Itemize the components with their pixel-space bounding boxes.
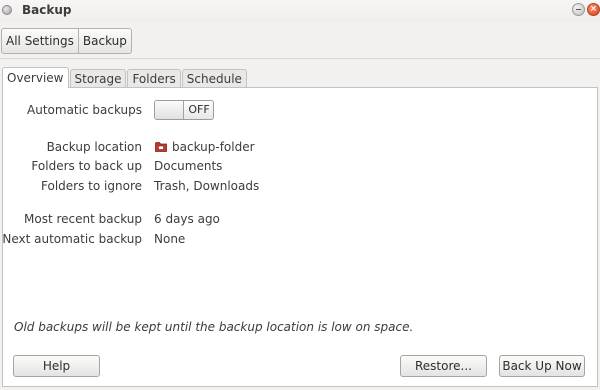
folder-icon	[155, 142, 167, 152]
folders-to-back-up-value: Documents	[154, 159, 223, 173]
backup-location-label: Backup location	[46, 140, 142, 154]
breadcrumb-backup[interactable]: Backup	[77, 29, 131, 53]
close-icon[interactable]: ×	[587, 3, 600, 16]
automatic-backups-switch[interactable]: OFF	[154, 100, 214, 120]
toolbar: All Settings Backup	[0, 22, 600, 59]
folders-to-back-up-label: Folders to back up	[31, 159, 142, 173]
switch-knob[interactable]	[155, 101, 184, 119]
tab-storage[interactable]: Storage	[69, 69, 127, 88]
minimize-icon[interactable]	[572, 3, 585, 16]
tab-bar: Overview Storage Folders Schedule	[2, 67, 248, 88]
folders-to-ignore-label: Folders to ignore	[41, 179, 142, 193]
restore-button[interactable]: Restore...	[400, 355, 487, 377]
breadcrumb-all-settings[interactable]: All Settings	[2, 29, 78, 53]
switch-state: OFF	[188, 103, 210, 116]
folders-to-ignore-value: Trash, Downloads	[154, 179, 260, 193]
backup-location-value[interactable]: backup-folder	[172, 140, 255, 154]
tab-schedule[interactable]: Schedule	[181, 69, 247, 88]
next-automatic-backup-label: Next automatic backup	[2, 232, 142, 246]
window-menu-dot-icon[interactable]	[2, 5, 12, 15]
breadcrumb: All Settings Backup	[1, 28, 132, 54]
next-automatic-backup-value: None	[154, 232, 186, 246]
overview-panel: Automatic backups OFF Backup location ba…	[2, 87, 598, 387]
tab-folders[interactable]: Folders	[127, 69, 181, 88]
tab-overview[interactable]: Overview	[2, 67, 69, 88]
most-recent-backup-value: 6 days ago	[154, 212, 220, 226]
title-bar[interactable]: Backup ×	[0, 0, 600, 22]
backup-window: Backup × All Settings Backup Overview St…	[0, 0, 600, 390]
automatic-backups-label: Automatic backups	[27, 103, 142, 117]
help-button[interactable]: Help	[13, 355, 100, 377]
window-title: Backup	[22, 3, 72, 17]
back-up-now-button[interactable]: Back Up Now	[499, 355, 585, 377]
most-recent-backup-label: Most recent backup	[24, 212, 142, 226]
retention-note: Old backups will be kept until the backu…	[14, 320, 414, 334]
